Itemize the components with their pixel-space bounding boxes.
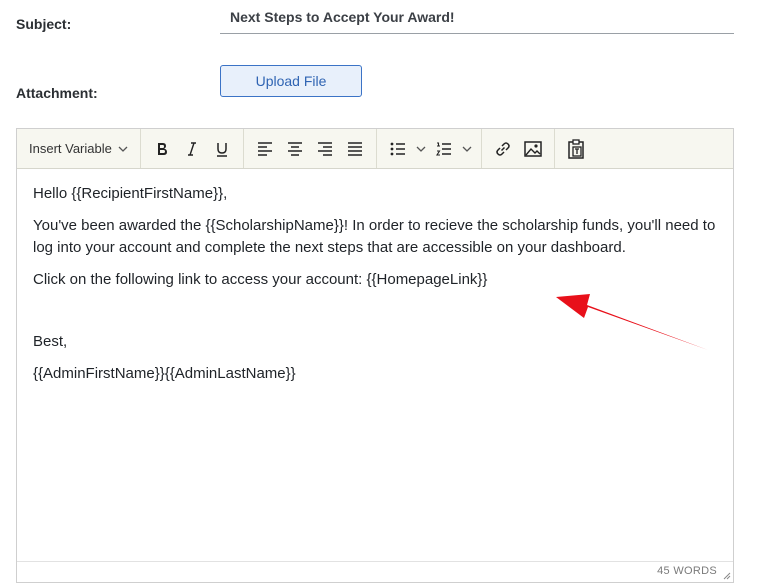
- numbered-list-icon[interactable]: [429, 134, 459, 164]
- insert-variable-dropdown[interactable]: Insert Variable: [23, 141, 134, 156]
- bullet-list-chevron-icon[interactable]: [413, 134, 429, 164]
- editor-content[interactable]: Hello {{RecipientFirstName}}, You've bee…: [17, 169, 733, 409]
- attachment-label: Attachment:: [16, 85, 98, 101]
- bullet-list-icon[interactable]: [383, 134, 413, 164]
- image-icon[interactable]: [518, 134, 548, 164]
- subject-input[interactable]: [220, 0, 734, 34]
- align-center-icon[interactable]: [280, 134, 310, 164]
- editor-statusbar: 45 WORDS: [17, 561, 733, 582]
- resize-handle-icon[interactable]: [721, 570, 731, 580]
- underline-icon[interactable]: [207, 134, 237, 164]
- justify-icon[interactable]: [340, 134, 370, 164]
- rich-text-editor: Insert Variable Hello {{RecipientFirstNa…: [16, 128, 734, 583]
- body-paragraph-link: Click on the following link to access yo…: [33, 271, 488, 288]
- list-group: [377, 129, 482, 168]
- italic-icon[interactable]: [177, 134, 207, 164]
- upload-file-button[interactable]: Upload File: [220, 65, 362, 97]
- insert-variable-label: Insert Variable: [29, 141, 112, 156]
- subject-label: Subject:: [16, 16, 72, 32]
- body-paragraph-award: You've been awarded the {{ScholarshipNam…: [33, 217, 716, 256]
- variable-group: Insert Variable: [17, 129, 141, 168]
- signature-text: {{AdminFirstName}}{{AdminLastName}}: [33, 365, 296, 382]
- insert-group: [482, 129, 555, 168]
- align-right-icon[interactable]: [310, 134, 340, 164]
- align-left-icon[interactable]: [250, 134, 280, 164]
- align-group: [244, 129, 377, 168]
- closing-text: Best,: [33, 333, 68, 350]
- bold-icon[interactable]: [147, 134, 177, 164]
- paste-text-icon[interactable]: [561, 134, 591, 164]
- paste-group: [555, 129, 597, 168]
- format-group: [141, 129, 244, 168]
- link-icon[interactable]: [488, 134, 518, 164]
- numbered-list-chevron-icon[interactable]: [459, 134, 475, 164]
- greeting-text: Hello {{RecipientFirstName}},: [33, 185, 228, 202]
- editor-toolbar: Insert Variable: [17, 129, 733, 169]
- chevron-down-icon: [118, 146, 128, 152]
- word-count: 45 WORDS: [657, 565, 717, 577]
